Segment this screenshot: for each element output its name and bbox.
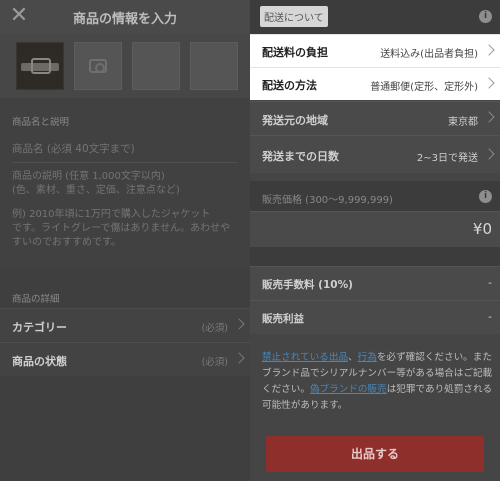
right-pane: 配送について i 配送料の負担 送料込み(出品者負担) 配送の方法 普通郵便(定… [250, 0, 500, 481]
sales-fee-label: 販売手数料 (10%) [262, 279, 353, 291]
list-item-button[interactable]: 出品する [266, 436, 484, 472]
days-to-ship-label: 発送までの日数 [262, 150, 339, 163]
chevron-right-icon [483, 77, 495, 89]
photo-slot[interactable] [190, 42, 238, 90]
left-pane: ✕ 商品の情報を入力 商品名と説明 商品名 (必須 40文字まで) 商品の説明 … [0, 0, 250, 481]
shipping-fee-burden-row[interactable]: 配送料の負担 送料込み(出品者負担) [250, 34, 500, 67]
photo-slot[interactable] [132, 42, 180, 90]
condition-row[interactable]: 商品の状態 (必須) [0, 342, 250, 376]
condition-label: 商品の状態 [12, 355, 67, 368]
description-example-2: です。ライトグレーで傷はありません。あわせや [12, 223, 231, 234]
info-icon[interactable]: i [479, 10, 492, 23]
category-row[interactable]: カテゴリー (必須) [0, 308, 250, 342]
chevron-right-icon [483, 44, 495, 56]
listing-notice: 禁止されている出品、行為を必ず確認ください。またブランド品でシリアルナンバー等が… [262, 352, 493, 411]
price-input[interactable]: ¥0 [250, 211, 500, 247]
sales-profit-row: 販売利益 - [250, 300, 500, 334]
shipping-section-label: 配送について [260, 6, 328, 27]
item-name-input[interactable]: 商品名 (必須 40文字まで) [0, 142, 135, 156]
days-to-ship-row[interactable]: 発送までの日数 2~3日で発送 [250, 135, 500, 173]
category-label: カテゴリー [12, 321, 67, 334]
price-section-label: 販売価格 (300〜9,999,999) [262, 195, 393, 206]
photo-strip [0, 34, 250, 98]
description-example-3: すいのでおすすめです。 [12, 237, 121, 248]
ship-from-region-label: 発送元の地域 [262, 114, 328, 127]
prohibited-listings-link[interactable]: 禁止されている出品 [262, 352, 348, 363]
section-label-details: 商品の詳細 [12, 294, 60, 305]
chevron-right-icon [233, 318, 245, 330]
chevron-right-icon [233, 352, 245, 364]
days-to-ship-value: 2~3日で発送 [416, 153, 478, 164]
sales-profit-label: 販売利益 [262, 313, 304, 325]
name-desc-section: 商品名と説明 商品名 (必須 40文字まで) 商品の説明 (任意 1,000文字… [0, 98, 250, 268]
chevron-right-icon [483, 148, 495, 160]
price-section-header: 販売価格 (300〜9,999,999) i [250, 181, 500, 211]
shipping-method-label: 配送の方法 [262, 79, 317, 92]
ship-from-region-row[interactable]: 発送元の地域 東京都 [250, 101, 500, 135]
shipping-section-header: 配送について i [250, 0, 500, 34]
shipping-fee-burden-value: 送料込み(出品者負担) [380, 49, 478, 60]
sales-profit-value: - [488, 310, 492, 323]
add-photo-slot[interactable] [74, 42, 122, 90]
camera-icon [89, 59, 107, 73]
shipping-fee-burden-label: 配送料の負担 [262, 46, 328, 59]
price-value: ¥0 [472, 220, 492, 238]
photo-thumbnail[interactable] [16, 42, 64, 90]
sales-fee-value: - [488, 276, 492, 289]
prohibited-acts-link[interactable]: 行為 [358, 352, 377, 363]
condition-value: (必須) [201, 357, 228, 368]
category-value: (必須) [201, 323, 228, 334]
item-description-placeholder-1[interactable]: 商品の説明 (任意 1,000文字以内) [0, 170, 165, 184]
left-header: ✕ 商品の情報を入力 [0, 0, 250, 34]
info-icon[interactable]: i [479, 190, 492, 203]
description-example-1: 例) 2010年頃に1万円で購入したジャケット [12, 209, 211, 220]
ship-from-region-value: 東京都 [448, 117, 478, 128]
chevron-right-icon [483, 111, 495, 123]
item-description-placeholder-2[interactable]: (色、素材、重さ、定価、注意点など) [0, 184, 180, 198]
sales-fee-row: 販売手数料 (10%) - [250, 266, 500, 300]
shipping-method-value: 普通郵便(定形、定形外) [370, 82, 478, 93]
page-title: 商品の情報を入力 [72, 12, 177, 27]
shipping-method-row[interactable]: 配送の方法 普通郵便(定形、定形外) [250, 67, 500, 100]
counterfeit-sales-link[interactable]: 偽ブランドの販売 [310, 384, 387, 395]
section-label-name-desc: 商品名と説明 [12, 117, 70, 128]
